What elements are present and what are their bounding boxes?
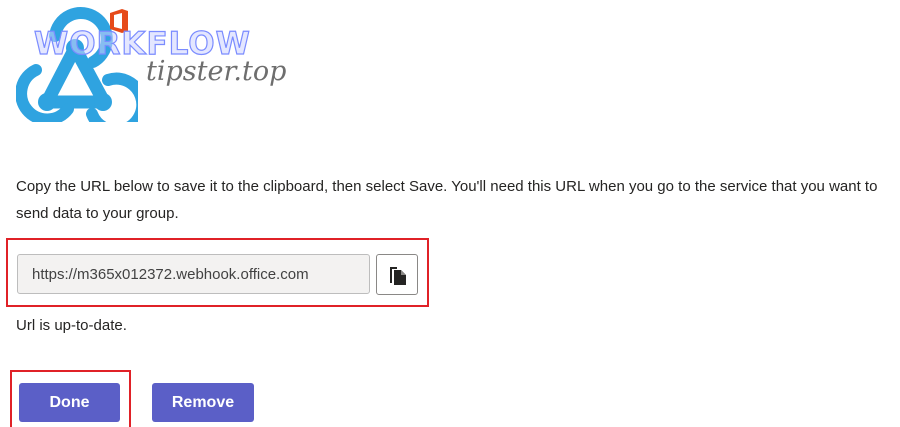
- url-status-text: Url is up-to-date.: [16, 317, 127, 334]
- remove-button[interactable]: Remove: [152, 383, 254, 422]
- copy-icon: [390, 267, 406, 285]
- webhook-url-field[interactable]: [17, 254, 370, 294]
- webhook-config-page: WORKFLOW tipster.top Copy the URL below …: [0, 0, 900, 427]
- instructions-text: Copy the URL below to save it to the cli…: [16, 178, 878, 222]
- copy-url-button[interactable]: [376, 254, 418, 295]
- watermark-subtitle: tipster.top: [146, 56, 287, 87]
- done-button[interactable]: Done: [19, 383, 120, 422]
